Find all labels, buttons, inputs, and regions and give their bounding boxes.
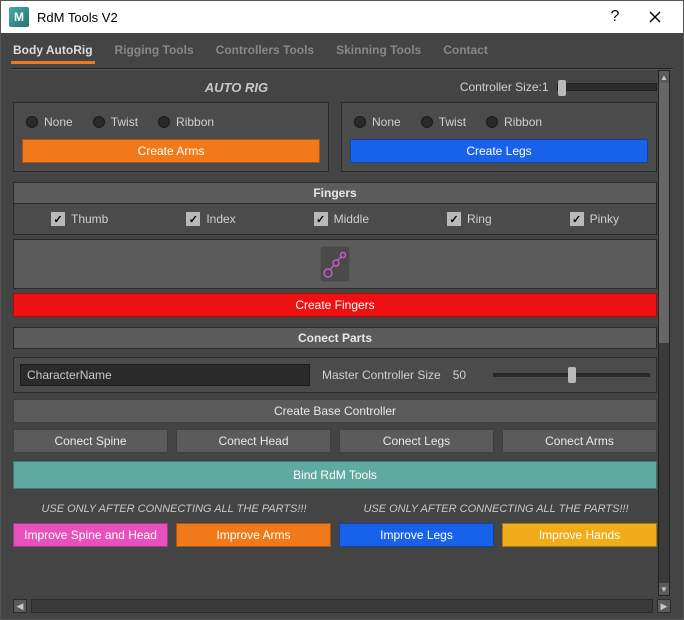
- checkbox-icon: ✓: [570, 212, 584, 226]
- maya-logo-icon: M: [9, 7, 29, 27]
- connect-buttons-row: Conect Spine Conect Head Conect Legs Con…: [13, 429, 657, 453]
- checkbox-icon: ✓: [314, 212, 328, 226]
- controller-size-value: 1: [542, 80, 549, 94]
- legs-radio-row: None Twist Ribbon: [350, 111, 648, 139]
- master-size-label: Master Controller Size: [322, 368, 441, 382]
- radio-icon: [354, 116, 366, 128]
- help-button[interactable]: ?: [595, 3, 635, 31]
- slider-thumb[interactable]: [568, 367, 576, 383]
- legs-radio-twist[interactable]: Twist: [421, 115, 466, 129]
- arms-radio-twist[interactable]: Twist: [93, 115, 138, 129]
- connect-arms-button[interactable]: Conect Arms: [502, 429, 657, 453]
- arms-radio-ribbon[interactable]: Ribbon: [158, 115, 214, 129]
- close-icon: [649, 11, 661, 23]
- warning-left: USE ONLY AFTER CONNECTING ALL THE PARTS!…: [13, 503, 335, 515]
- content-scroll: AUTO RIG Controller Size:1 None Twist Ri…: [1, 70, 683, 595]
- window-title: RdM Tools V2: [37, 10, 595, 25]
- create-arms-button[interactable]: Create Arms: [22, 139, 320, 163]
- arms-radio-row: None Twist Ribbon: [22, 111, 320, 139]
- scroll-right-arrow-icon[interactable]: ▶: [657, 599, 671, 613]
- scroll-up-arrow-icon[interactable]: ▲: [659, 71, 669, 83]
- checkbox-icon: ✓: [447, 212, 461, 226]
- create-fingers-button[interactable]: Create Fingers: [13, 293, 657, 317]
- warning-right: USE ONLY AFTER CONNECTING ALL THE PARTS!…: [335, 503, 657, 515]
- fingers-header: Fingers: [13, 182, 657, 204]
- joint-chain-icon: [320, 246, 350, 282]
- vertical-scrollbar[interactable]: ▲ ▼: [658, 70, 670, 596]
- header-row: AUTO RIG Controller Size:1: [13, 78, 657, 96]
- check-pinky[interactable]: ✓Pinky: [570, 212, 619, 226]
- radio-icon: [93, 116, 105, 128]
- controller-size-slider[interactable]: [557, 83, 657, 91]
- improve-buttons-row: Improve Spine and Head Improve Arms Impr…: [13, 523, 657, 547]
- master-size-slider[interactable]: [493, 373, 650, 377]
- app-window: M RdM Tools V2 ? Body AutoRig Rigging To…: [0, 0, 684, 620]
- check-ring[interactable]: ✓Ring: [447, 212, 492, 226]
- tab-bar: Body AutoRig Rigging Tools Controllers T…: [1, 33, 683, 64]
- tab-rigging-tools[interactable]: Rigging Tools: [113, 39, 196, 64]
- bind-button[interactable]: Bind RdM Tools: [13, 461, 657, 489]
- checkbox-icon: ✓: [51, 212, 65, 226]
- improve-legs-button[interactable]: Improve Legs: [339, 523, 494, 547]
- create-base-controller-button[interactable]: Create Base Controller: [13, 399, 657, 423]
- character-name-input[interactable]: [20, 364, 310, 386]
- radio-icon: [158, 116, 170, 128]
- improve-hands-button[interactable]: Improve Hands: [502, 523, 657, 547]
- workspace: Body AutoRig Rigging Tools Controllers T…: [1, 33, 683, 619]
- legs-panel: None Twist Ribbon Create Legs: [341, 102, 657, 172]
- radio-icon: [26, 116, 38, 128]
- tab-controllers-tools[interactable]: Controllers Tools: [214, 39, 316, 64]
- check-index[interactable]: ✓Index: [186, 212, 235, 226]
- arms-legs-row: None Twist Ribbon Create Arms None Twist…: [13, 102, 657, 172]
- tab-contact[interactable]: Contact: [441, 39, 490, 64]
- character-input-row: Master Controller Size 50: [13, 357, 657, 393]
- radio-icon: [486, 116, 498, 128]
- finger-joint-button[interactable]: [13, 239, 657, 289]
- checkbox-icon: ✓: [186, 212, 200, 226]
- legs-radio-ribbon[interactable]: Ribbon: [486, 115, 542, 129]
- improve-arms-button[interactable]: Improve Arms: [176, 523, 331, 547]
- connect-head-button[interactable]: Conect Head: [176, 429, 331, 453]
- create-legs-button[interactable]: Create Legs: [350, 139, 648, 163]
- fingers-checks: ✓Thumb ✓Index ✓Middle ✓Ring ✓Pinky: [13, 204, 657, 235]
- close-button[interactable]: [635, 3, 675, 31]
- scrollbar-track[interactable]: [31, 599, 653, 613]
- arms-panel: None Twist Ribbon Create Arms: [13, 102, 329, 172]
- slider-thumb[interactable]: [558, 80, 566, 96]
- arms-radio-none[interactable]: None: [26, 115, 73, 129]
- controller-size-label: Controller Size:: [460, 80, 542, 94]
- scroll-left-arrow-icon[interactable]: ◀: [13, 599, 27, 613]
- improve-spine-head-button[interactable]: Improve Spine and Head: [13, 523, 168, 547]
- connect-parts-header: Conect Parts: [13, 327, 657, 349]
- warning-row: USE ONLY AFTER CONNECTING ALL THE PARTS!…: [13, 503, 657, 515]
- section-heading: AUTO RIG: [13, 80, 460, 95]
- connect-spine-button[interactable]: Conect Spine: [13, 429, 168, 453]
- radio-icon: [421, 116, 433, 128]
- check-middle[interactable]: ✓Middle: [314, 212, 369, 226]
- scrollbar-thumb[interactable]: [659, 83, 669, 343]
- tab-skinning-tools[interactable]: Skinning Tools: [334, 39, 423, 64]
- scroll-down-arrow-icon[interactable]: ▼: [659, 583, 669, 595]
- tab-body-autorig[interactable]: Body AutoRig: [11, 39, 95, 64]
- connect-legs-button[interactable]: Conect Legs: [339, 429, 494, 453]
- title-bar: M RdM Tools V2 ?: [1, 1, 683, 33]
- check-thumb[interactable]: ✓Thumb: [51, 212, 108, 226]
- master-size-value: 50: [453, 368, 481, 382]
- horizontal-scrollbar[interactable]: ◀ ▶: [13, 599, 671, 613]
- legs-radio-none[interactable]: None: [354, 115, 401, 129]
